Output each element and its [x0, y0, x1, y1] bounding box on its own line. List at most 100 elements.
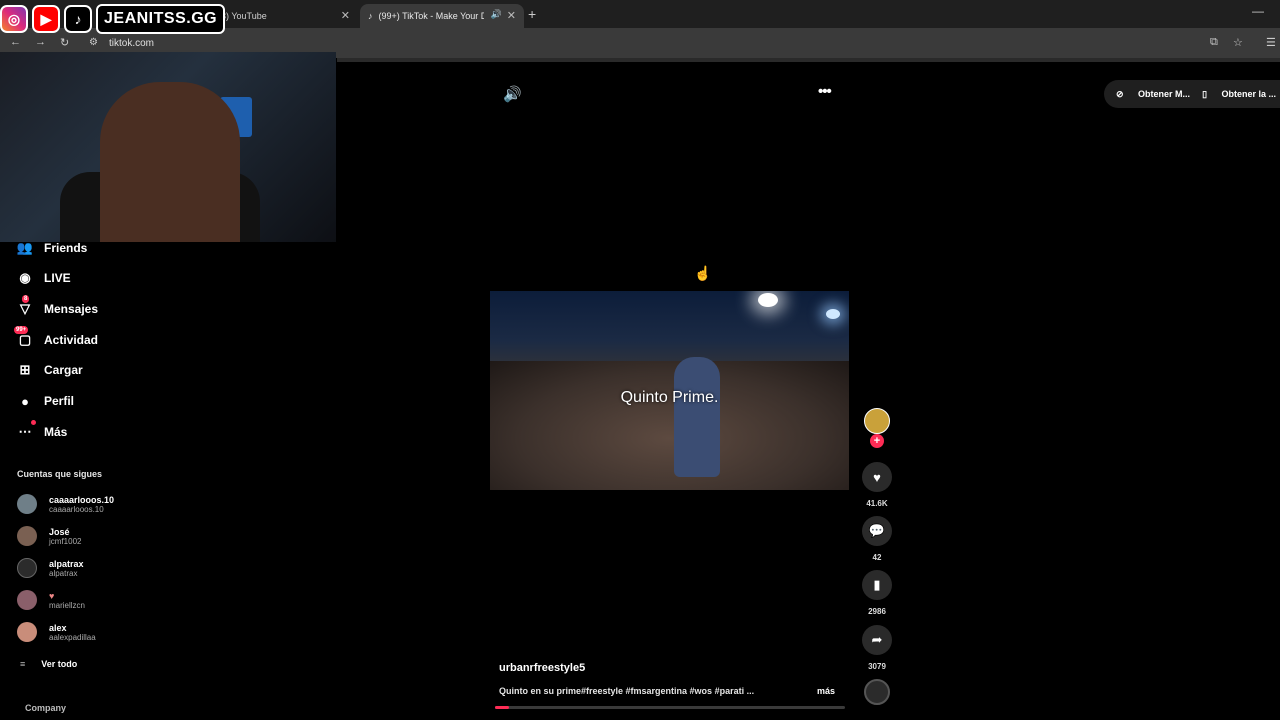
streamer	[100, 82, 240, 242]
friends-icon: 👥	[16, 240, 34, 255]
followed-account[interactable]: alex aalexpadillaa	[17, 620, 96, 644]
get-app-button[interactable]: ▯ Obtener la ...	[1202, 89, 1276, 100]
account-username: aalexpadillaa	[49, 632, 96, 642]
sidebar-item-label: Cargar	[44, 363, 83, 377]
activity-icon: ▢ 99+	[14, 326, 32, 347]
sidebar-item-label: Friends	[44, 241, 88, 255]
tab-audio-icon[interactable]: 🔊	[491, 9, 502, 20]
followed-account[interactable]: alpatrax alpatrax	[17, 556, 84, 580]
get-coins-button[interactable]: ⊘ Obtener M...	[1116, 89, 1190, 100]
sidebar-item-upload[interactable]: ⊞ Cargar	[16, 359, 83, 381]
youtube-icon: ▶	[32, 5, 60, 33]
volume-icon[interactable]: 🔊	[503, 85, 522, 103]
see-all-label: Ver todo	[41, 659, 78, 669]
followed-account[interactable]: José jcmf1002	[17, 524, 81, 548]
more-icon: ⋯	[16, 420, 36, 441]
sidebar-item-messages[interactable]: ▽ 8 Mensajes	[16, 295, 99, 320]
mouse-cursor-icon: ☝	[694, 265, 712, 281]
following-heading: Cuentas que sigues	[17, 469, 103, 479]
video-author[interactable]: urbanrfreestyle5	[499, 662, 585, 674]
new-tab-button[interactable]: +	[528, 6, 536, 22]
avatar	[17, 494, 37, 514]
tiktok-favicon-icon: ♪	[368, 11, 373, 21]
upload-icon: ⊞	[19, 362, 31, 377]
webcam-overlay	[0, 52, 336, 242]
account-name: ♥	[49, 590, 55, 601]
video-player[interactable]: Quinto Prime.	[490, 291, 849, 490]
sidebar-item-activity[interactable]: ▢ 99+ Actividad	[14, 326, 99, 351]
tab-tiktok-title: (99+) TikTok - Make Your Day	[378, 11, 484, 21]
get-app-bar: ⊘ Obtener M... ▯ Obtener la ...	[1104, 80, 1280, 108]
avatar	[17, 590, 37, 610]
save-count: 2986	[868, 607, 886, 616]
creator-avatar[interactable]	[864, 408, 890, 434]
account-username: jcmf1002	[49, 536, 82, 546]
streamer-brand: JEANITSS.GG	[96, 4, 226, 34]
install-app-icon[interactable]: ⧉	[1210, 36, 1218, 49]
get-coins-label: Obtener M...	[1138, 88, 1191, 99]
account-username: alpatrax	[49, 568, 78, 578]
heart-icon: ♥	[873, 469, 881, 485]
minimize-window-button[interactable]: —	[1252, 4, 1264, 18]
like-button[interactable]: ♥	[862, 462, 892, 492]
list-icon: ≡	[20, 659, 26, 669]
follow-plus-icon[interactable]: +	[870, 434, 884, 448]
account-name: caaaarlooos.10	[49, 494, 115, 505]
performer	[674, 357, 720, 477]
live-icon: ◉	[19, 270, 31, 285]
see-more-link[interactable]: más	[817, 686, 835, 696]
sound-disc-icon[interactable]	[864, 679, 890, 705]
account-username: caaaarlooos.10	[49, 504, 104, 514]
forward-icon[interactable]: →	[35, 36, 46, 48]
stadium-light	[826, 309, 840, 319]
save-button[interactable]: ▮	[862, 570, 892, 600]
close-tab-icon[interactable]: ✕	[341, 9, 350, 22]
activity-badge: 99+	[14, 326, 29, 334]
sidebar-item-more[interactable]: ⋯ Más	[16, 420, 68, 443]
page-top-strip	[337, 58, 1280, 62]
sidebar-item-label: Más	[44, 425, 68, 439]
bookmark-star-icon[interactable]: ☆	[1233, 36, 1243, 49]
reload-icon[interactable]: ↻	[60, 36, 69, 49]
url-field[interactable]: tiktok.com	[109, 38, 154, 49]
more-options-icon[interactable]: •••	[818, 83, 832, 100]
account-name: alpatrax	[49, 558, 84, 569]
followed-account[interactable]: ♥ mariellzcn	[17, 588, 85, 612]
close-tab-icon[interactable]: ✕	[507, 9, 516, 22]
sidebar-item-label: Actividad	[44, 333, 99, 347]
crowd	[490, 361, 849, 490]
sidebar-item-label: Mensajes	[44, 302, 99, 316]
account-name: José	[49, 526, 70, 537]
bookmark-icon: ▮	[873, 577, 881, 592]
sidebar-item-friends[interactable]: 👥 Friends	[16, 237, 87, 259]
account-name: alex	[49, 622, 67, 633]
sidebar-item-live[interactable]: ◉ LIVE	[16, 267, 70, 289]
sidebar-item-profile[interactable]: ● Perfil	[16, 390, 74, 412]
account-username: mariellzcn	[49, 600, 86, 610]
video-description: Quinto en su prime#freestyle #fmsargenti…	[499, 686, 755, 696]
site-info-icon[interactable]: ⚙	[89, 37, 98, 48]
get-app-label: Obtener la ...	[1221, 88, 1277, 99]
reading-list-icon[interactable]: ☰	[1266, 36, 1276, 49]
video-caption: Quinto Prime.	[620, 389, 719, 406]
social-overlay: ◎ ▶ ♪ JEANITSS.GG	[0, 2, 226, 36]
comment-icon: 💬	[868, 523, 886, 538]
instagram-icon: ◎	[0, 5, 28, 33]
share-icon: ➦	[871, 632, 883, 647]
share-count: 3079	[868, 662, 886, 671]
see-all-link[interactable]: ≡ Ver todo	[20, 659, 77, 669]
video-progress-fill	[495, 706, 509, 709]
video-progress-bar[interactable]	[495, 706, 845, 709]
avatar	[17, 622, 37, 642]
comment-button[interactable]: 💬	[862, 516, 892, 546]
followed-account[interactable]: caaaarlooos.10 caaaarlooos.10	[17, 492, 114, 516]
like-count: 41.6K	[866, 499, 888, 508]
company-link[interactable]: Company	[25, 703, 66, 713]
profile-icon: ●	[21, 393, 29, 409]
tiktok-icon: ♪	[64, 5, 92, 33]
back-icon[interactable]: ←	[10, 36, 21, 48]
sidebar-item-label: Perfil	[44, 394, 75, 408]
tab-tiktok[interactable]: ♪ (99+) TikTok - Make Your Day 🔊 ✕	[360, 4, 524, 28]
share-button[interactable]: ➦	[862, 625, 892, 655]
stadium-light	[758, 293, 778, 307]
